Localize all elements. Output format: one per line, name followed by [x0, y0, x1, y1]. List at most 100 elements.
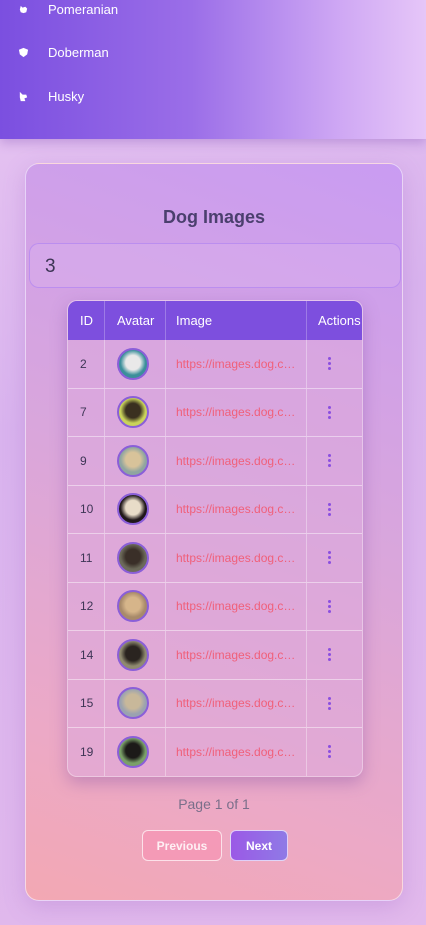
row-id: 7 [80, 405, 87, 420]
nav-item-husky[interactable]: Husky [16, 84, 84, 108]
more-actions-icon[interactable] [328, 551, 332, 565]
cell-avatar [105, 485, 166, 533]
table-row[interactable]: 9 https://images.dog.ceo/... [68, 437, 362, 486]
more-actions-icon[interactable] [328, 357, 332, 371]
avatar[interactable] [117, 396, 149, 429]
cell-actions [307, 437, 362, 485]
column-header-id[interactable]: ID [68, 301, 105, 340]
more-actions-icon[interactable] [328, 454, 332, 468]
more-actions-icon[interactable] [328, 648, 332, 662]
avatar[interactable] [117, 541, 149, 574]
cell-id: 12 [68, 582, 105, 630]
row-id: 2 [80, 356, 87, 371]
avatar[interactable] [117, 444, 149, 477]
cell-image: https://images.dog.ceo/... [166, 631, 307, 679]
nav-item-pomeranian[interactable]: Pomeranian [16, 0, 118, 21]
cell-avatar [105, 631, 166, 679]
dog-table: ID Avatar Image Actions 2 https://images… [67, 300, 363, 777]
table-row[interactable]: 14 https://images.dog.ceo/... [68, 631, 362, 680]
more-actions-icon[interactable] [328, 502, 332, 516]
dog-images-card: Dog Images 3 ID Avatar Image Actions 2 h… [25, 163, 403, 901]
next-button[interactable]: Next [230, 830, 288, 861]
more-actions-icon[interactable] [328, 599, 332, 613]
row-id: 9 [80, 453, 87, 468]
cell-actions [307, 583, 362, 631]
cell-id: 11 [68, 534, 105, 582]
avatar[interactable] [117, 638, 149, 671]
image-link[interactable]: https://images.dog.ceo/... [176, 357, 298, 371]
row-id: 15 [80, 696, 94, 711]
image-link[interactable]: https://images.dog.ceo/... [176, 405, 298, 419]
cell-id: 19 [68, 728, 105, 776]
table-row[interactable]: 7 https://images.dog.ceo/... [68, 388, 362, 437]
row-id: 12 [80, 599, 94, 614]
cell-actions [307, 631, 362, 679]
wolf-icon [16, 89, 30, 103]
column-header-image[interactable]: Image [166, 301, 307, 340]
avatar[interactable] [117, 735, 149, 768]
row-id: 19 [80, 744, 94, 759]
avatar[interactable] [117, 590, 149, 623]
table-row[interactable]: 12 https://images.dog.ceo/... [68, 582, 362, 631]
cell-image: https://images.dog.ceo/... [166, 582, 307, 630]
table-row[interactable]: 11 https://images.dog.ceo/... [68, 534, 362, 583]
nav-item-doberman[interactable]: Doberman [16, 40, 109, 64]
row-id: 14 [80, 647, 94, 662]
table-row[interactable]: 19 https://images.dog.ceo/... [68, 728, 362, 776]
column-header-actions[interactable]: Actions [307, 301, 362, 340]
nav-item-label: Doberman [48, 44, 109, 60]
more-actions-icon[interactable] [328, 745, 332, 759]
avatar[interactable] [117, 687, 149, 720]
nav-item-label: Husky [48, 88, 85, 104]
cell-avatar [105, 534, 166, 582]
search-input[interactable]: 3 [29, 243, 401, 288]
cell-image: https://images.dog.ceo/... [166, 728, 307, 776]
avatar[interactable] [117, 347, 149, 380]
cell-avatar [105, 679, 166, 727]
cell-image: https://images.dog.ceo/... [166, 437, 307, 485]
cell-actions [307, 340, 362, 388]
cell-actions [307, 486, 362, 534]
cell-id: 15 [68, 679, 105, 727]
image-link[interactable]: https://images.dog.ceo/... [176, 551, 298, 565]
cell-actions [307, 728, 362, 776]
image-link[interactable]: https://images.dog.ceo/... [176, 454, 298, 468]
cell-id: 9 [68, 437, 105, 485]
cell-avatar [105, 340, 166, 388]
row-id: 10 [80, 502, 94, 517]
image-link[interactable]: https://images.dog.ceo/... [176, 599, 298, 613]
table-row[interactable]: 2 https://images.dog.ceo/... [68, 340, 362, 389]
cell-avatar [105, 582, 166, 630]
dog-icon [16, 2, 30, 16]
image-link[interactable]: https://images.dog.ceo/... [176, 745, 298, 759]
cell-actions [307, 680, 362, 728]
cell-image: https://images.dog.ceo/... [166, 534, 307, 582]
cell-id: 2 [68, 340, 105, 388]
row-id: 11 [80, 550, 93, 565]
pagination-info: Page 1 of 1 [178, 796, 250, 812]
cell-id: 14 [68, 631, 105, 679]
more-actions-icon[interactable] [328, 696, 332, 710]
cell-image: https://images.dog.ceo/... [166, 388, 307, 436]
image-link[interactable]: https://images.dog.ceo/... [176, 502, 298, 516]
table-header: ID Avatar Image Actions [68, 301, 362, 340]
table-row[interactable]: 10 https://images.dog.ceo/... [68, 485, 362, 534]
nav-item-label: Pomeranian [48, 1, 119, 17]
more-actions-icon[interactable] [328, 405, 332, 419]
table-row[interactable]: 15 https://images.dog.ceo/... [68, 679, 362, 728]
cell-id: 7 [68, 388, 105, 436]
table-body: 2 https://images.dog.ceo/... 7 https://i… [68, 340, 362, 776]
cell-actions [307, 534, 362, 582]
cell-avatar [105, 437, 166, 485]
page-title: Dog Images [162, 207, 266, 227]
column-header-avatar[interactable]: Avatar [105, 301, 166, 340]
cell-avatar [105, 388, 166, 436]
image-link[interactable]: https://images.dog.ceo/... [176, 696, 298, 710]
avatar[interactable] [117, 493, 149, 526]
shield-dog-icon [16, 45, 30, 59]
cell-avatar [105, 728, 166, 776]
image-link[interactable]: https://images.dog.ceo/... [176, 648, 298, 662]
cell-image: https://images.dog.ceo/... [166, 679, 307, 727]
nav-dropdown: Pomeranian Doberman Husky [0, 0, 426, 139]
previous-button[interactable]: Previous [142, 830, 222, 861]
